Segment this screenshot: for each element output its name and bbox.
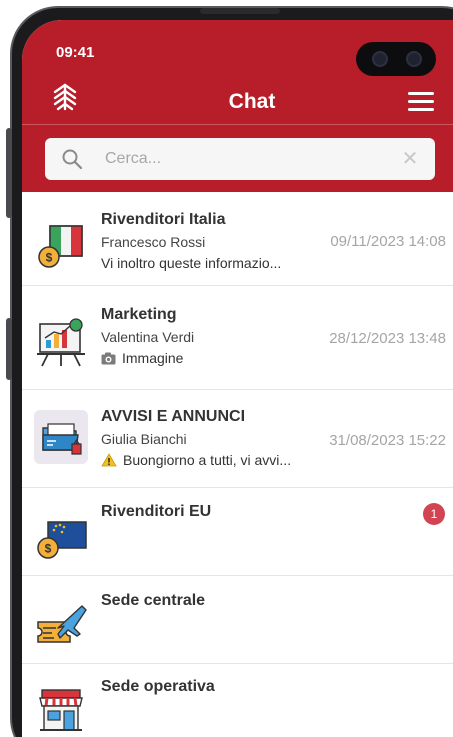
chat-preview-text: Buongiorno a tutti, vi avvi... bbox=[123, 452, 292, 468]
folder-alert-icon bbox=[42, 423, 82, 455]
storefront-icon bbox=[39, 689, 83, 731]
chat-name: AVVISI E ANNUNCI bbox=[101, 408, 246, 425]
phone-frame: 09:41 Chat Cerca... ✕ $ Rivenditori Ital… bbox=[0, 0, 453, 737]
chat-preview: Vi inoltro queste informazio... bbox=[101, 255, 282, 271]
clear-search-icon[interactable]: ✕ bbox=[399, 148, 421, 170]
chat-date: 09/11/2023 14:08 bbox=[330, 233, 446, 250]
chat-avatar-tile bbox=[34, 410, 88, 464]
menu-bar bbox=[408, 108, 434, 111]
italy-flag-coin-icon: $ bbox=[38, 225, 83, 268]
camera-icon bbox=[101, 352, 116, 365]
search-icon bbox=[62, 149, 83, 170]
chat-name: Sede centrale bbox=[101, 592, 206, 609]
chat-date: 31/08/2023 15:22 bbox=[329, 432, 446, 449]
app-screen: 09:41 Chat Cerca... ✕ $ Rivenditori Ital… bbox=[22, 20, 453, 737]
chat-sender: Valentina Verdi bbox=[101, 329, 195, 345]
hamburger-menu-button[interactable] bbox=[408, 92, 434, 112]
svg-text:$: $ bbox=[46, 251, 53, 265]
app-header: 09:41 Chat Cerca... ✕ bbox=[22, 20, 453, 192]
chat-preview-text: Immagine bbox=[122, 350, 184, 366]
chat-row-sede-operativa[interactable]: Sede operativa bbox=[22, 664, 453, 737]
chat-row-marketing[interactable]: Marketing Valentina Verdi Immagine 28/12… bbox=[22, 286, 453, 390]
chat-sender: Francesco Rossi bbox=[101, 234, 206, 250]
presentation-chart-icon bbox=[37, 318, 85, 367]
chat-row-avvisi-e-annunci[interactable]: AVVISI E ANNUNCI Giulia Bianchi Buongior… bbox=[22, 390, 453, 488]
phone-speaker bbox=[200, 8, 280, 14]
ticket-plane-icon bbox=[37, 605, 87, 643]
chat-name: Sede operativa bbox=[101, 678, 215, 695]
search-input[interactable] bbox=[105, 138, 395, 180]
camera-lens bbox=[372, 51, 388, 67]
svg-text:$: $ bbox=[45, 542, 52, 556]
chat-preview: Buongiorno a tutti, vi avvi... bbox=[101, 452, 291, 468]
chat-preview: Immagine bbox=[101, 350, 183, 366]
page-title: Chat bbox=[228, 90, 276, 113]
chat-row-rivenditori-italia[interactable]: $ Rivenditori Italia Francesco Rossi Vi … bbox=[22, 192, 453, 286]
chat-name: Rivenditori Italia bbox=[101, 211, 226, 228]
chat-row-rivenditori-eu[interactable]: $ Rivenditori EU 1 bbox=[22, 488, 453, 576]
header-divider bbox=[22, 124, 453, 125]
warning-icon bbox=[101, 453, 117, 467]
phone-side-button bbox=[6, 318, 12, 380]
status-time: 09:41 bbox=[56, 44, 95, 61]
chat-date: 28/12/2023 13:48 bbox=[329, 330, 446, 347]
phone-side-button bbox=[6, 128, 12, 218]
unread-badge: 1 bbox=[423, 503, 445, 525]
search-bar: ✕ bbox=[45, 138, 435, 180]
camera-cutout bbox=[356, 42, 436, 76]
chat-row-sede-centrale[interactable]: Sede centrale bbox=[22, 576, 453, 664]
menu-bar bbox=[408, 100, 434, 103]
chat-name: Rivenditori EU bbox=[101, 503, 212, 520]
menu-bar bbox=[408, 92, 434, 95]
eu-flag-coin-icon: $ bbox=[37, 521, 87, 559]
chat-name: Marketing bbox=[101, 306, 177, 323]
chat-sender: Giulia Bianchi bbox=[101, 431, 187, 447]
camera-lens bbox=[406, 51, 422, 67]
